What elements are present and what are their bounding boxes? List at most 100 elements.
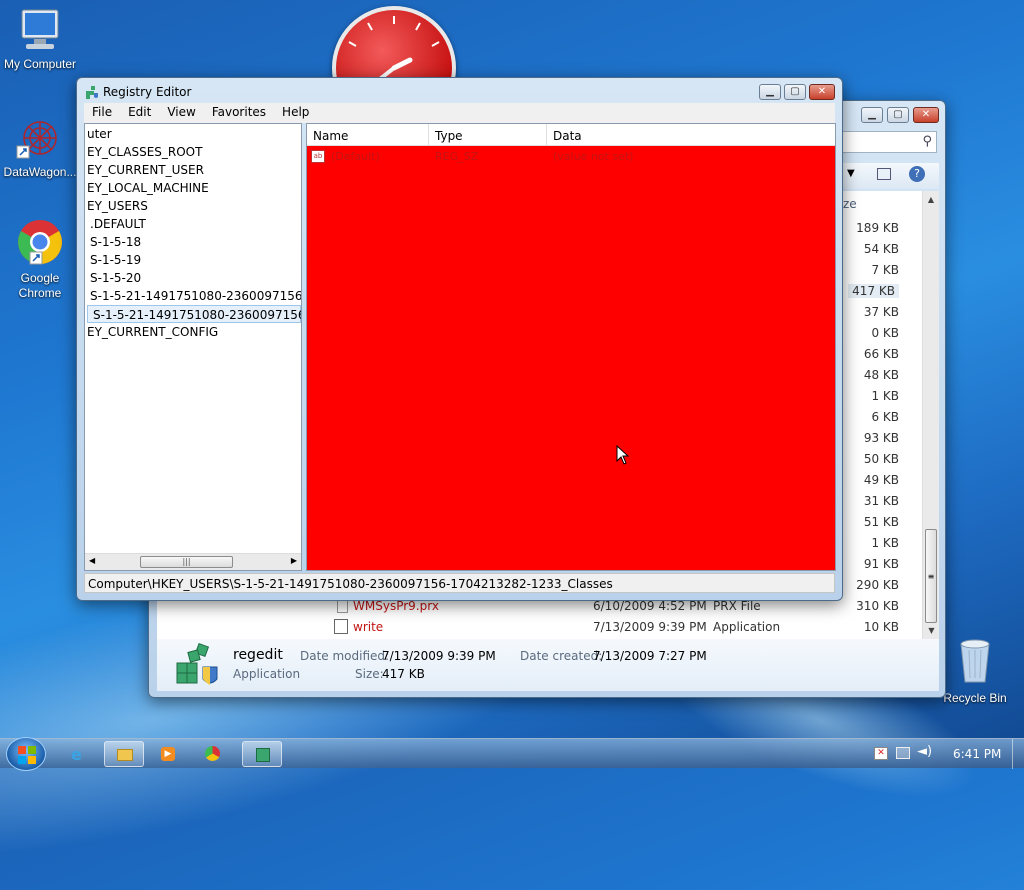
close-button[interactable]: ✕ xyxy=(809,84,835,100)
file-size: 189 KB xyxy=(856,221,899,235)
details-size-value: 417 KB xyxy=(382,667,425,681)
scroll-right-icon[interactable]: ▶ xyxy=(291,556,297,565)
column-header-data[interactable]: Data xyxy=(547,124,835,145)
tree-node[interactable]: S-1-5-21-1491751080-2360097156-17042 xyxy=(87,305,301,323)
desktop-icon-my-computer[interactable]: My Computer xyxy=(0,8,80,71)
action-center-icon[interactable]: ✕ xyxy=(874,747,888,760)
scroll-up-icon[interactable]: ▲ xyxy=(923,191,939,204)
size-column-header[interactable]: ze xyxy=(843,197,857,211)
column-header-name[interactable]: Name xyxy=(307,124,429,145)
scroll-left-icon[interactable]: ◀ xyxy=(89,556,95,565)
details-name: regedit xyxy=(233,647,283,663)
preview-pane-icon[interactable] xyxy=(877,168,891,180)
desktop-icon-recycle-bin[interactable]: Recycle Bin xyxy=(935,636,1015,705)
folder-icon xyxy=(117,749,133,761)
scrollbar-thumb[interactable]: ≡ xyxy=(925,529,937,623)
internet-explorer-icon: e xyxy=(71,745,82,764)
regedit-icon xyxy=(176,642,218,685)
taskbar-chrome-button[interactable] xyxy=(192,741,232,767)
recycle-bin-icon xyxy=(960,639,990,683)
list-header: Name Type Data xyxy=(307,124,835,146)
values-list[interactable]: Name Type Data ab (Default) REG_SZ (valu… xyxy=(306,123,836,571)
registry-tree[interactable]: uter EY_CLASSES_ROOT EY_CURRENT_USER EY_LOC… xyxy=(84,123,302,571)
explorer-search-box[interactable]: ⚲ xyxy=(841,131,937,153)
start-button[interactable] xyxy=(6,737,46,771)
show-desktop-button[interactable] xyxy=(1012,739,1024,769)
tree-node[interactable]: EY_CLASSES_ROOT xyxy=(85,143,301,161)
network-icon[interactable] xyxy=(896,747,910,759)
value-row[interactable]: ab (Default) REG_SZ (value not set) xyxy=(307,146,835,166)
desktop-icon-google-chrome[interactable]: Google Chrome xyxy=(0,218,80,301)
maximize-button[interactable]: ▢ xyxy=(887,107,909,123)
menu-help[interactable]: Help xyxy=(276,103,315,123)
taskbar-clock[interactable]: 6:41 PM xyxy=(953,747,1001,761)
menu-file[interactable]: File xyxy=(86,103,118,123)
maximize-button[interactable]: ▢ xyxy=(784,84,806,100)
vertical-scrollbar[interactable]: ▲ ≡ ▼ xyxy=(922,191,939,639)
status-bar-path: Computer\HKEY_USERS\S-1-5-21-1491751080-… xyxy=(84,573,835,593)
desktop-icon-label: Recycle Bin xyxy=(943,691,1007,705)
minimize-button[interactable]: ▁ xyxy=(759,84,781,100)
file-date: 7/13/2009 9:39 PM xyxy=(593,620,707,634)
file-size: 37 KB xyxy=(863,305,899,319)
file-row[interactable]: write 7/13/2009 9:39 PM Application xyxy=(334,618,897,638)
file-size: 93 KB xyxy=(863,431,899,445)
chrome-icon xyxy=(18,220,62,265)
file-size: 91 KB xyxy=(863,557,899,571)
volume-icon[interactable]: ◄) xyxy=(917,744,932,759)
explorer-toolbar: ▼ ? xyxy=(841,163,939,189)
tree-node[interactable]: EY_CURRENT_USER xyxy=(85,161,301,179)
windows-logo-icon xyxy=(18,746,36,764)
desktop-icon-label: DataWagon... xyxy=(3,165,77,179)
taskbar-explorer-button[interactable] xyxy=(104,741,144,767)
file-size: 48 KB xyxy=(863,368,899,382)
value-name: (Default) xyxy=(331,149,380,163)
scroll-down-icon[interactable]: ▼ xyxy=(923,626,940,635)
tree-node[interactable]: S-1-5-19 xyxy=(85,251,301,269)
file-icon xyxy=(337,600,348,613)
regedit-icon xyxy=(256,748,270,762)
tree-node[interactable]: S-1-5-21-1491751080-2360097156-17042 xyxy=(85,287,301,305)
menu-view[interactable]: View xyxy=(161,103,201,123)
file-name: write xyxy=(353,620,384,634)
menu-favorites[interactable]: Favorites xyxy=(206,103,272,123)
menu-bar: File Edit View Favorites Help xyxy=(84,103,835,123)
taskbar-ie-button[interactable]: e xyxy=(58,741,98,767)
datawagon-icon xyxy=(16,121,57,159)
taskbar-regedit-button[interactable] xyxy=(242,741,282,767)
tree-node[interactable]: .DEFAULT xyxy=(85,215,301,233)
taskbar-media-player-button[interactable]: ▶ xyxy=(148,741,188,767)
menu-edit[interactable]: Edit xyxy=(122,103,157,123)
view-options-icon[interactable]: ▼ xyxy=(847,168,855,179)
column-header-type[interactable]: Type xyxy=(429,124,547,145)
close-button[interactable]: ✕ xyxy=(913,107,939,123)
details-created-value: 7/13/2009 7:27 PM xyxy=(593,649,707,663)
details-kind: Application xyxy=(233,667,301,681)
tree-node[interactable]: S-1-5-20 xyxy=(85,269,301,287)
tree-node[interactable]: uter xyxy=(85,125,301,143)
desktop-icon-datawagon[interactable]: DataWagon... xyxy=(0,116,80,179)
file-size: 6 KB xyxy=(871,410,899,424)
tree-node[interactable]: S-1-5-18 xyxy=(85,233,301,251)
media-player-icon: ▶ xyxy=(161,747,175,761)
details-modified-value: 7/13/2009 9:39 PM xyxy=(382,649,496,663)
details-size-label: Size: xyxy=(355,667,384,681)
file-size: 50 KB xyxy=(863,452,899,466)
details-modified-label: Date modified: xyxy=(300,649,390,663)
minimize-button[interactable]: ▁ xyxy=(861,107,883,123)
tree-node[interactable]: EY_LOCAL_MACHINE xyxy=(85,179,301,197)
desktop-icon-label: My Computer xyxy=(3,57,77,71)
tree-node[interactable]: EY_CURRENT_CONFIG xyxy=(85,323,301,341)
file-type: Application xyxy=(713,620,781,634)
value-data: (value not set) xyxy=(553,149,634,163)
mouse-cursor-icon xyxy=(616,445,630,465)
scrollbar-thumb[interactable]: ||| xyxy=(140,556,233,568)
tree-node[interactable]: EY_USERS xyxy=(85,197,301,215)
help-icon[interactable]: ? xyxy=(909,166,925,182)
string-value-icon: ab xyxy=(311,149,325,163)
value-type: REG_SZ xyxy=(435,149,479,163)
file-size: 1 KB xyxy=(871,536,899,550)
window-title: Registry Editor xyxy=(103,85,192,99)
horizontal-scrollbar[interactable]: ◀ ||| ▶ xyxy=(85,553,301,570)
registry-editor-window[interactable]: Registry Editor ▁ ▢ ✕ File Edit View Fav… xyxy=(76,77,843,601)
